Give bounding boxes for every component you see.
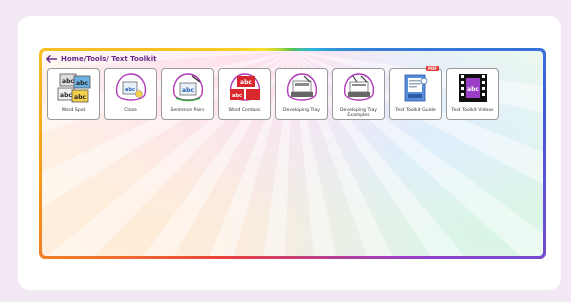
developing-tray-examples-icon: [339, 72, 379, 104]
tile-word-spot[interactable]: abc abc abc abc Word Spot: [47, 68, 100, 120]
toolkit-panel: Home/Tools/ Text Toolkit abc abc abc abc: [42, 51, 543, 256]
tile-label: Word Combos: [228, 108, 261, 113]
tile-developing-tray[interactable]: Developing Tray: [275, 68, 328, 120]
tile-word-combos[interactable]: abc abc Word Combos: [218, 68, 271, 120]
tile-label: Word Spot: [61, 108, 86, 113]
word-spot-icon: abc abc abc abc: [54, 72, 94, 104]
tile-sentence-pairs[interactable]: abc Sentence Pairs: [161, 68, 214, 120]
svg-text:abc: abc: [62, 78, 74, 85]
svg-text:abc: abc: [76, 80, 88, 87]
svg-text:abc: abc: [60, 92, 72, 99]
toolkit-frame: Home/Tools/ Text Toolkit abc abc abc abc: [39, 48, 546, 259]
tool-tiles: abc abc abc abc Word Spot abc Cloze abc …: [47, 66, 499, 120]
svg-text:abc: abc: [125, 87, 135, 93]
cloze-icon: abc: [111, 72, 151, 104]
svg-text:abc: abc: [467, 86, 479, 93]
tile-label: Text Toolkit Guide: [395, 108, 436, 113]
sentence-pairs-icon: abc: [168, 72, 208, 104]
svg-text:abc: abc: [182, 87, 194, 94]
pdf-badge: PDF: [426, 66, 439, 71]
breadcrumb-text[interactable]: Home/Tools/ Text Toolkit: [61, 55, 156, 63]
developing-tray-icon: [282, 72, 322, 104]
tile-label: Developing Tray Examples: [339, 108, 378, 118]
back-arrow-icon[interactable]: [46, 55, 57, 63]
tile-text-toolkit-videos[interactable]: abc Text Toolkit Videos: [446, 68, 499, 120]
svg-text:abc: abc: [240, 79, 252, 86]
word-combos-icon: abc abc: [225, 72, 265, 104]
film-videos-icon: abc: [453, 72, 493, 104]
tile-developing-tray-examples[interactable]: Developing Tray Examples: [332, 68, 385, 120]
svg-text:abc: abc: [232, 93, 242, 99]
tile-label: Text Toolkit Videos: [451, 108, 494, 113]
tile-label: Sentence Pairs: [170, 108, 205, 113]
svg-text:abc: abc: [74, 94, 86, 101]
tile-cloze[interactable]: abc Cloze: [104, 68, 157, 120]
tile-label: Cloze: [124, 108, 137, 113]
tile-label: Developing Tray: [282, 108, 321, 113]
breadcrumb[interactable]: Home/Tools/ Text Toolkit: [46, 55, 156, 63]
guide-pdf-icon: [396, 72, 436, 104]
tile-text-toolkit-guide[interactable]: PDF Text Toolkit Guide: [389, 66, 442, 120]
